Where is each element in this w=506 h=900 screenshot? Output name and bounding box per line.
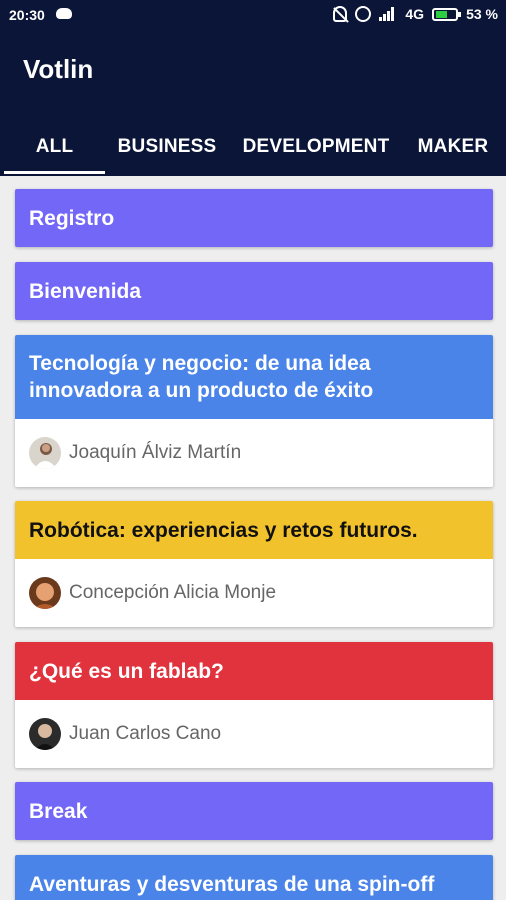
talk-title: Registro	[15, 189, 493, 247]
talk-card[interactable]: ¿Qué es un fablab? Juan Carlos Cano	[15, 642, 493, 768]
speaker-row: Concepción Alicia Monje	[15, 559, 493, 627]
talk-card[interactable]: Break	[15, 782, 493, 840]
talk-title: Break	[15, 782, 493, 840]
battery-percent: 53 %	[466, 6, 498, 22]
battery-icon	[432, 7, 462, 21]
talk-card[interactable]: Aventuras y desventuras de una spin-off	[15, 855, 493, 900]
tab-all[interactable]: ALL	[4, 118, 105, 176]
speaker-row: Juan Carlos Cano	[15, 700, 493, 768]
talk-title: Tecnología y negocio: de una idea innova…	[15, 335, 493, 419]
cat-icon	[56, 8, 72, 19]
speaker-row: Joaquín Álviz Martín	[15, 419, 493, 487]
avatar	[29, 577, 61, 609]
speaker-name: Joaquín Álviz Martín	[69, 442, 242, 463]
signal-icon	[379, 7, 397, 21]
talk-card[interactable]: Bienvenida	[15, 262, 493, 320]
status-icons: 4G 53 %	[333, 6, 498, 22]
speaker-name: Juan Carlos Cano	[69, 723, 222, 744]
talk-title: ¿Qué es un fablab?	[15, 642, 493, 700]
bell-off-icon	[333, 6, 348, 22]
alarm-icon	[355, 6, 372, 22]
talk-title: Robótica: experiencias y retos futuros.	[15, 501, 493, 559]
avatar	[29, 437, 61, 469]
talk-title: Bienvenida	[15, 262, 493, 320]
network-type: 4G	[405, 6, 425, 22]
tab-development[interactable]: DEVELOPMENT	[240, 118, 392, 176]
status-bar: 20:30 4G 53 %	[0, 0, 506, 32]
avatar	[29, 718, 61, 750]
talk-card[interactable]: Registro	[15, 189, 493, 247]
app-title: Votlin	[23, 54, 94, 84]
tab-business[interactable]: BUSINESS	[112, 118, 222, 176]
talk-card[interactable]: Robótica: experiencias y retos futuros. …	[15, 501, 493, 627]
talk-card[interactable]: Tecnología y negocio: de una idea innova…	[15, 335, 493, 487]
speaker-name: Concepción Alicia Monje	[69, 582, 277, 603]
talk-title: Aventuras y desventuras de una spin-off	[15, 855, 493, 900]
tab-maker[interactable]: MAKER	[410, 118, 496, 176]
app-header: 20:30 4G 53 % Votlin ALL BUSINESS DEVELO…	[0, 0, 506, 176]
tab-bar: ALL BUSINESS DEVELOPMENT MAKER	[0, 118, 506, 176]
status-time: 20:30	[9, 7, 45, 23]
